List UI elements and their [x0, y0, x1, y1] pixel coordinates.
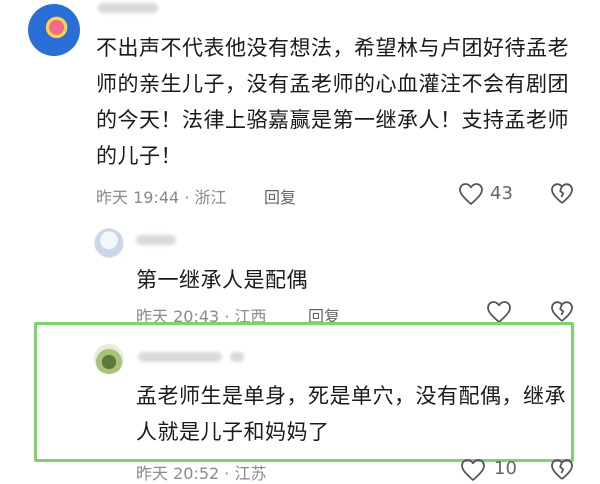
avatar-main-commenter[interactable]	[28, 4, 80, 56]
broken-heart-icon[interactable]	[550, 458, 574, 482]
main-reply-button[interactable]: 回复	[264, 184, 296, 208]
heart-outline-icon[interactable]	[486, 300, 512, 324]
main-comment-meta: 昨天 19:44 · 浙江	[96, 188, 227, 207]
avatar-reply2[interactable]	[94, 344, 124, 374]
broken-heart-icon[interactable]	[550, 300, 574, 324]
heart-outline-icon[interactable]	[458, 182, 484, 206]
username-reply2-blurred[interactable]	[138, 352, 222, 362]
username-main-blurred[interactable]	[98, 3, 158, 13]
reply1-text: 第一继承人是配偶	[136, 268, 308, 292]
reply2-meta: 昨天 20:52 · 江苏	[136, 464, 267, 483]
username-reply1-blurred[interactable]	[136, 235, 176, 245]
username-reply2-badge-blurred	[230, 352, 244, 362]
avatar-reply1[interactable]	[94, 228, 124, 258]
main-comment-text: 不出声不代表他没有想法，希望林与卢团好待孟老师的亲生儿子，没有孟老师的心血灌注不…	[96, 36, 569, 168]
main-like-count: 43	[490, 183, 513, 204]
heart-outline-icon[interactable]	[460, 458, 486, 482]
reply2-text: 孟老师生是单身，死是单穴，没有配偶，继承人就是儿子和妈妈了	[136, 384, 566, 444]
broken-heart-icon[interactable]	[550, 182, 574, 206]
